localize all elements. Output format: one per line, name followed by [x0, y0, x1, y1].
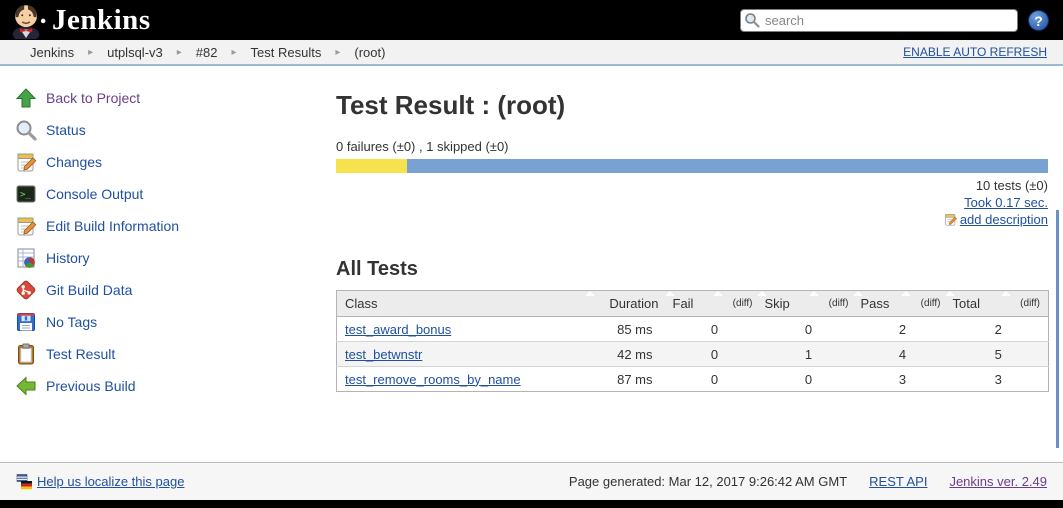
- notepad-icon: [14, 214, 38, 238]
- terminal-icon: >_: [14, 182, 38, 206]
- duration-cell: 42 ms: [588, 341, 669, 367]
- column-header-fail-diff[interactable]: (diff): [712, 290, 761, 317]
- breadcrumb: Jenkins ▸ utplsql-v3 ▸ #82 ▸ Test Results ▸ (roo…: [0, 40, 1063, 66]
- column-header-skip[interactable]: Skip: [756, 290, 813, 317]
- column-header-pass-diff[interactable]: (diff): [900, 290, 949, 317]
- breadcrumb-separator-icon: ▸: [176, 46, 182, 58]
- breadcrumb-separator-icon: ▸: [88, 46, 94, 58]
- rest-api-link[interactable]: REST API: [869, 474, 927, 489]
- svg-text:>_: >_: [20, 190, 31, 200]
- jenkins-butler-logo-icon[interactable]: [8, 1, 46, 39]
- enable-auto-refresh-link[interactable]: ENABLE AUTO REFRESH: [903, 45, 1047, 59]
- failures-summary: 0 failures (±0) , 1 skipped (±0): [336, 139, 509, 154]
- flags-icon: [16, 473, 32, 489]
- test-class-link-test_award_bonus[interactable]: test_award_bonus: [345, 322, 451, 337]
- brand-title: Jenkins: [52, 3, 151, 36]
- notepad-icon: [14, 150, 38, 174]
- column-header-total[interactable]: Total: [944, 290, 1005, 317]
- edit-description-icon: [945, 214, 957, 226]
- pass-cell: 4: [856, 341, 949, 367]
- search-input[interactable]: [740, 8, 1018, 32]
- total-cell: 5: [948, 341, 1049, 367]
- table-row: test_remove_rooms_by_name 87 ms 0 0 3 3: [336, 366, 1049, 392]
- test-result-bar: [336, 159, 1048, 173]
- table-row: test_award_bonus 85 ms 0 0 2 2: [336, 316, 1049, 342]
- page-title: Test Result : (root): [336, 90, 566, 120]
- column-header-pass[interactable]: Pass: [852, 290, 905, 317]
- column-header-fail[interactable]: Fail: [664, 290, 717, 317]
- test-class-link-test_remove_rooms_by_name[interactable]: test_remove_rooms_by_name: [345, 372, 521, 387]
- sidebar-item-console-output[interactable]: >_ Console Output: [0, 178, 330, 210]
- sidebar-item-edit-build-information[interactable]: Edit Build Information: [0, 210, 330, 242]
- breadcrumb-item-jenkins[interactable]: Jenkins: [30, 45, 74, 60]
- duration-cell: 87 ms: [588, 366, 669, 392]
- skipped-bar-segment: [336, 159, 408, 173]
- localize-link[interactable]: Help us localize this page: [16, 473, 184, 490]
- main-panel: Test Result : (root) 0 failures (±0) , 1…: [336, 78, 1049, 392]
- sidebar-item-git-build-data[interactable]: Git Build Data: [0, 274, 330, 306]
- sidebar-item-test-result[interactable]: Test Result: [0, 338, 330, 370]
- sidebar-item-history[interactable]: History: [0, 242, 330, 274]
- breadcrumb-item--82[interactable]: #82: [196, 45, 218, 60]
- breadcrumb-item-test-results[interactable]: Test Results: [251, 45, 322, 60]
- total-cell: 2: [948, 316, 1049, 342]
- skip-cell: 1: [760, 341, 857, 367]
- breadcrumb-items: Jenkins ▸ utplsql-v3 ▸ #82 ▸ Test Results ▸ (roo…: [16, 45, 392, 60]
- scrollbar-indicator[interactable]: [1056, 210, 1059, 448]
- all-tests-heading: All Tests: [336, 258, 418, 280]
- breadcrumb-separator-icon: ▸: [231, 46, 237, 58]
- footer: Help us localize this page Page generate…: [0, 462, 1063, 500]
- sidebar-item-no-tags[interactable]: No Tags: [0, 306, 330, 338]
- pass-cell: 3: [856, 366, 949, 392]
- left-arrow-icon: [14, 374, 38, 398]
- table-row: test_betwnstr 42 ms 0 1 4 5: [336, 341, 1049, 367]
- column-header-duration[interactable]: Duration: [584, 290, 669, 317]
- breadcrumb-item-utplsql-v3[interactable]: utplsql-v3: [107, 45, 163, 60]
- floppy-icon: [14, 310, 38, 334]
- sidebar-item-previous-build[interactable]: Previous Build: [0, 370, 330, 402]
- top-bar: Jenkins ?: [0, 0, 1063, 40]
- skip-cell: 0: [760, 316, 857, 342]
- test-class-link-test_betwnstr[interactable]: test_betwnstr: [345, 347, 422, 362]
- breadcrumb-separator-icon: ▸: [335, 46, 341, 58]
- fail-cell: 0: [668, 316, 761, 342]
- magnifier-icon: [14, 118, 38, 142]
- sidebar-item-status[interactable]: Status: [0, 114, 330, 146]
- column-header-skip-diff[interactable]: (diff): [808, 290, 857, 317]
- skip-cell: 0: [760, 366, 857, 392]
- column-header-class[interactable]: Class: [336, 290, 589, 317]
- sidebar: Back to Project Status Changes >_ Consol…: [0, 82, 330, 402]
- fail-cell: 0: [668, 341, 761, 367]
- sidebar-item-back-to-project[interactable]: Back to Project: [0, 82, 330, 114]
- history-icon: [14, 246, 38, 270]
- all-tests-table: Class Duration Fail (diff) Skip (diff) P…: [336, 290, 1049, 392]
- page-generated-text: Page generated: Mar 12, 2017 9:26:42 AM …: [568, 474, 848, 489]
- column-header-total-diff[interactable]: (diff): [1000, 290, 1049, 317]
- table-header-row: Class Duration Fail (diff) Skip (diff) P…: [336, 290, 1049, 317]
- took-link[interactable]: Took 0.17 sec.: [964, 195, 1048, 210]
- fail-cell: 0: [668, 366, 761, 392]
- total-cell: 3: [948, 366, 1049, 392]
- sidebar-item-changes[interactable]: Changes: [0, 146, 330, 178]
- jenkins-version-link[interactable]: Jenkins ver. 2.49: [949, 474, 1047, 489]
- tests-count: 10 tests (±0): [975, 178, 1048, 193]
- git-icon: [14, 278, 38, 302]
- search-box: [740, 8, 1018, 32]
- passed-bar-segment: [407, 159, 1048, 173]
- breadcrumb-item--root-[interactable]: (root): [354, 45, 385, 60]
- pass-cell: 2: [856, 316, 949, 342]
- search-icon: [745, 12, 760, 28]
- add-description-link[interactable]: add description: [960, 211, 1048, 228]
- bottom-bar: [0, 500, 1063, 508]
- up-arrow-icon: [14, 86, 38, 110]
- duration-cell: 85 ms: [588, 316, 669, 342]
- clipboard-icon: [14, 342, 38, 366]
- help-icon[interactable]: ?: [1028, 9, 1049, 31]
